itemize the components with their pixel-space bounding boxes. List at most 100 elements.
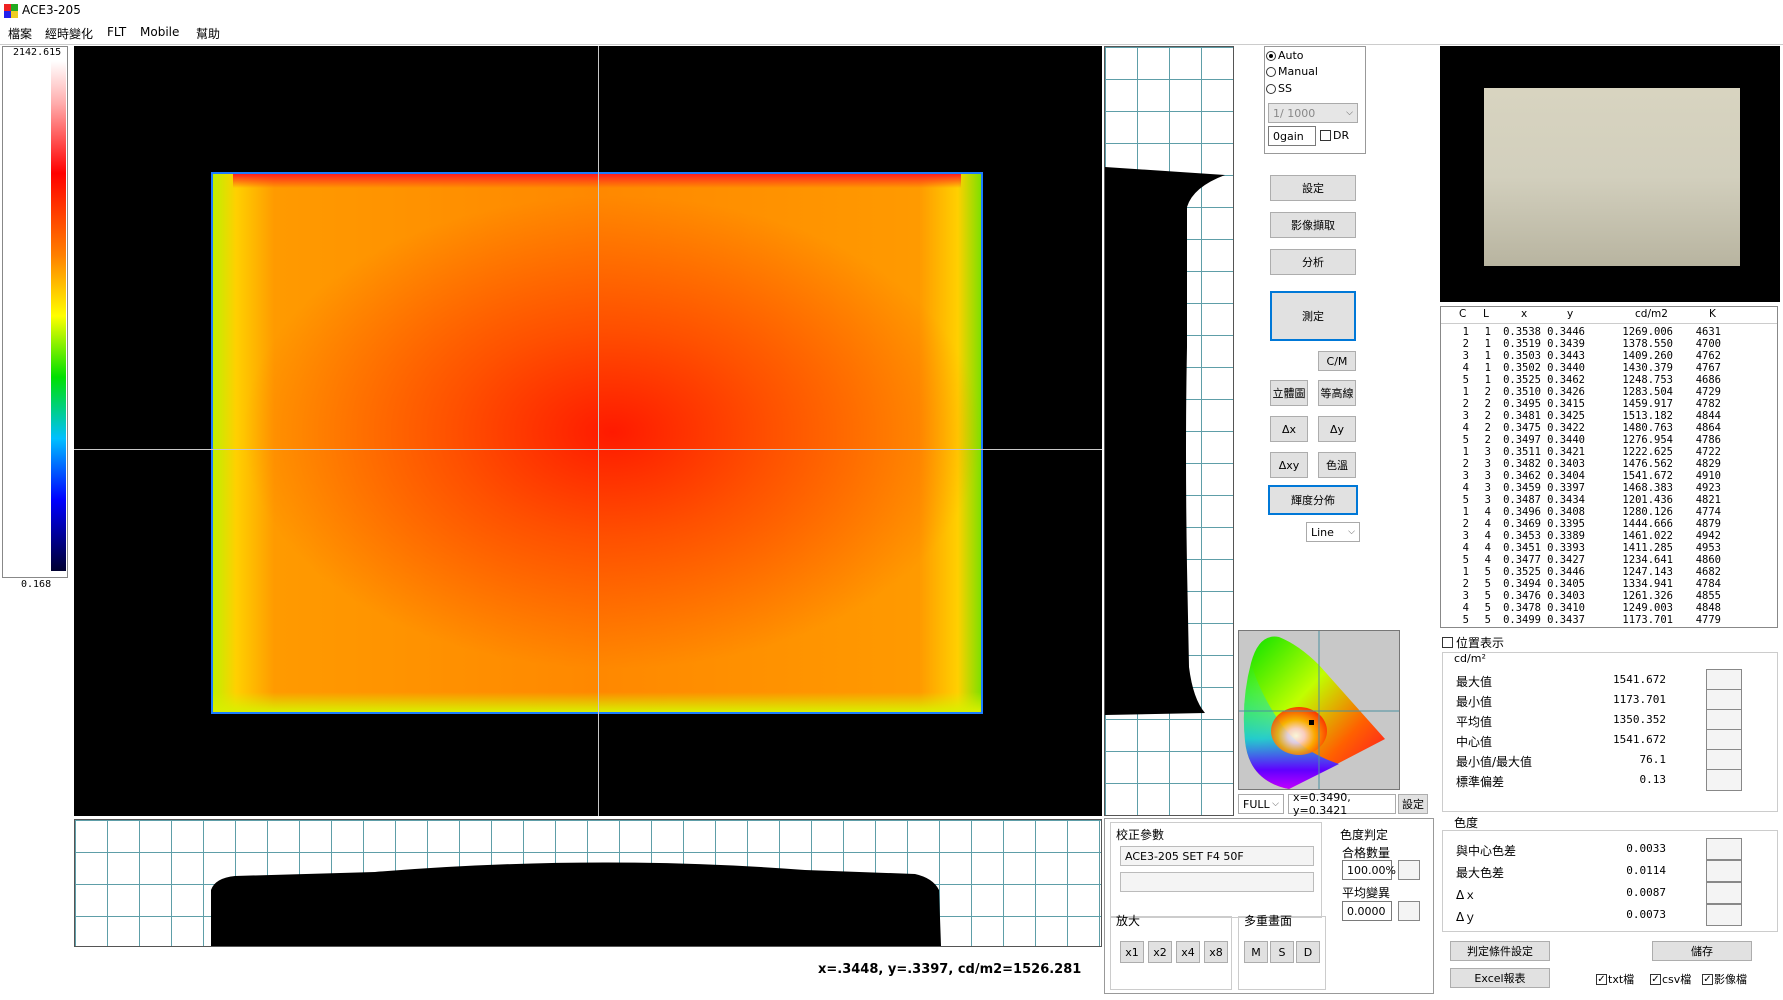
radio-auto-dot[interactable]: [1266, 50, 1276, 61]
colorbar-min-label: 0.168: [21, 579, 52, 590]
zoom-x4-button[interactable]: x4: [1176, 941, 1200, 963]
pass-count-field[interactable]: 100.00%: [1342, 860, 1396, 880]
excel-report-button[interactable]: Excel報表: [1450, 968, 1550, 988]
table-row[interactable]: 4 3 0.3459 0.3397 1468.383 4923: [1441, 482, 1721, 494]
luminance-dist-button[interactable]: 輝度分佈: [1268, 485, 1358, 515]
delta-xy-button[interactable]: Δxy: [1270, 452, 1308, 478]
stereo-button[interactable]: 立體圖: [1270, 380, 1308, 406]
table-row[interactable]: 2 5 0.3494 0.3405 1334.941 4784: [1441, 578, 1721, 590]
table-row[interactable]: 5 4 0.3477 0.3427 1234.641 4860: [1441, 554, 1721, 566]
position-display-box[interactable]: [1442, 637, 1453, 648]
table-row[interactable]: 3 2 0.3481 0.3425 1513.182 4844: [1441, 410, 1721, 422]
menu-flt[interactable]: FLT: [107, 25, 126, 39]
radio-manual-dot[interactable]: [1266, 66, 1276, 77]
calibration-field-2[interactable]: [1120, 872, 1314, 892]
multi-m-button[interactable]: M: [1244, 941, 1268, 963]
table-row[interactable]: 5 2 0.3497 0.3440 1276.954 4786: [1441, 434, 1721, 446]
table-row[interactable]: 2 2 0.3495 0.3415 1459.917 4782: [1441, 398, 1721, 410]
stat-label: 標準偏差: [1456, 775, 1505, 789]
table-cell: 1461.022: [1622, 530, 1673, 542]
zoom-x8-button[interactable]: x8: [1204, 941, 1228, 963]
table-cell: 1: [1462, 326, 1469, 338]
luminance-map[interactable]: [74, 46, 1102, 816]
table-cell: 1334.941: [1622, 578, 1673, 590]
contour-button[interactable]: 等高線: [1318, 380, 1356, 406]
table-row[interactable]: 5 1 0.3525 0.3462 1248.753 4686: [1441, 374, 1721, 386]
analyze-button[interactable]: 分析: [1270, 249, 1356, 275]
panel-heatmap: [211, 172, 983, 714]
table-row[interactable]: 4 2 0.3475 0.3422 1480.763 4864: [1441, 422, 1721, 434]
stat-value: 1173.701: [1613, 693, 1666, 706]
capture-button[interactable]: 影像擷取: [1270, 212, 1356, 238]
position-display-checkbox[interactable]: 位置表示: [1442, 634, 1504, 651]
table-row[interactable]: 1 3 0.3511 0.3421 1222.625 4722: [1441, 446, 1721, 458]
menu-help[interactable]: 幫助: [196, 25, 220, 42]
table-row[interactable]: 3 3 0.3462 0.3404 1541.672 4910: [1441, 470, 1721, 482]
cie-set-button[interactable]: 設定: [1398, 794, 1428, 814]
gain-input[interactable]: 0gain: [1268, 126, 1316, 146]
luminance-stat-row: 中心值 1541.672: [1456, 729, 1756, 751]
table-cell: 4700: [1695, 338, 1721, 350]
table-header: C L x y cd/m2 K: [1441, 307, 1777, 324]
table-row[interactable]: 1 1 0.3538 0.3446 1269.006 4631: [1441, 326, 1721, 338]
table-cell: 1: [1462, 446, 1469, 458]
table-row[interactable]: 1 4 0.3496 0.3408 1280.126 4774: [1441, 506, 1721, 518]
cie-diagram[interactable]: [1238, 630, 1400, 790]
measure-button[interactable]: 測定: [1270, 291, 1356, 341]
table-row[interactable]: 4 1 0.3502 0.3440 1430.379 4767: [1441, 362, 1721, 374]
settings-button[interactable]: 設定: [1270, 175, 1356, 201]
color-temp-button[interactable]: 色溫: [1318, 452, 1356, 478]
menu-mobile[interactable]: Mobile: [140, 25, 179, 39]
table-row[interactable]: 3 4 0.3453 0.3389 1461.022 4942: [1441, 530, 1721, 542]
image-checkbox-box[interactable]: ✓: [1702, 973, 1713, 985]
multi-s-button[interactable]: S: [1270, 941, 1294, 963]
judge-settings-button[interactable]: 判定條件設定: [1450, 941, 1550, 961]
table-cell: 0.3459: [1503, 482, 1541, 494]
table-row[interactable]: 2 1 0.3519 0.3439 1378.550 4700: [1441, 338, 1721, 350]
calibration-field[interactable]: ACE3-205 SET F4 50F: [1120, 846, 1314, 866]
radio-ss[interactable]: SS: [1266, 82, 1292, 95]
csv-checkbox-box[interactable]: ✓: [1650, 973, 1661, 985]
measurement-table[interactable]: C L x y cd/m2 K 1 1 0.3538 0.3446 1269.006 46…: [1440, 306, 1778, 628]
table-row[interactable]: 5 5 0.3499 0.3437 1173.701 4779: [1441, 614, 1721, 626]
table-cell: 4: [1484, 554, 1491, 566]
table-cell: 0.3425: [1547, 410, 1585, 422]
save-button[interactable]: 儲存: [1652, 941, 1752, 961]
dr-checkbox[interactable]: DR: [1320, 129, 1349, 142]
cm-button[interactable]: C/M: [1318, 351, 1356, 371]
image-checkbox[interactable]: ✓ 影像檔: [1702, 971, 1747, 987]
table-cell: 4786: [1695, 434, 1721, 446]
cie-mode-select[interactable]: FULL ⌵: [1238, 794, 1284, 814]
radio-auto[interactable]: Auto: [1266, 49, 1304, 62]
zoom-x1-button[interactable]: x1: [1120, 941, 1144, 963]
table-row[interactable]: 3 1 0.3503 0.3443 1409.260 4762: [1441, 350, 1721, 362]
radio-ss-dot[interactable]: [1266, 83, 1276, 94]
table-row[interactable]: 3 5 0.3476 0.3403 1261.326 4855: [1441, 590, 1721, 602]
table-cell: 4784: [1695, 578, 1721, 590]
menu-file[interactable]: 檔案: [8, 25, 32, 42]
avg-variation-field[interactable]: 0.0000: [1342, 901, 1392, 921]
delta-x-button[interactable]: Δx: [1270, 416, 1308, 442]
table-row[interactable]: 1 5 0.3525 0.3446 1247.143 4682: [1441, 566, 1721, 578]
menu-time-change[interactable]: 經時變化: [45, 25, 93, 42]
table-cell: 1269.006: [1622, 326, 1673, 338]
shutter-value: 1/ 1000: [1273, 106, 1316, 120]
table-row[interactable]: 4 4 0.3451 0.3393 1411.285 4953: [1441, 542, 1721, 554]
gain-value: 0gain: [1273, 129, 1304, 143]
line-select[interactable]: Line ⌵: [1306, 522, 1360, 542]
delta-y-button[interactable]: Δy: [1318, 416, 1356, 442]
radio-manual[interactable]: Manual: [1266, 65, 1318, 78]
txt-checkbox[interactable]: ✓ txt檔: [1596, 971, 1634, 987]
multi-d-button[interactable]: D: [1296, 941, 1320, 963]
table-row[interactable]: 4 5 0.3478 0.3410 1249.003 4848: [1441, 602, 1721, 614]
dr-checkbox-box[interactable]: [1320, 130, 1331, 141]
table-row[interactable]: 2 3 0.3482 0.3403 1476.562 4829: [1441, 458, 1721, 470]
csv-checkbox[interactable]: ✓ csv檔: [1650, 971, 1691, 987]
table-row[interactable]: 2 4 0.3469 0.3395 1444.666 4879: [1441, 518, 1721, 530]
pass-count-label: 合格數量: [1342, 846, 1391, 860]
table-cell: 1201.436: [1622, 494, 1673, 506]
table-row[interactable]: 1 2 0.3510 0.3426 1283.504 4729: [1441, 386, 1721, 398]
zoom-x2-button[interactable]: x2: [1148, 941, 1172, 963]
table-row[interactable]: 5 3 0.3487 0.3434 1201.436 4821: [1441, 494, 1721, 506]
txt-checkbox-box[interactable]: ✓: [1596, 973, 1607, 985]
